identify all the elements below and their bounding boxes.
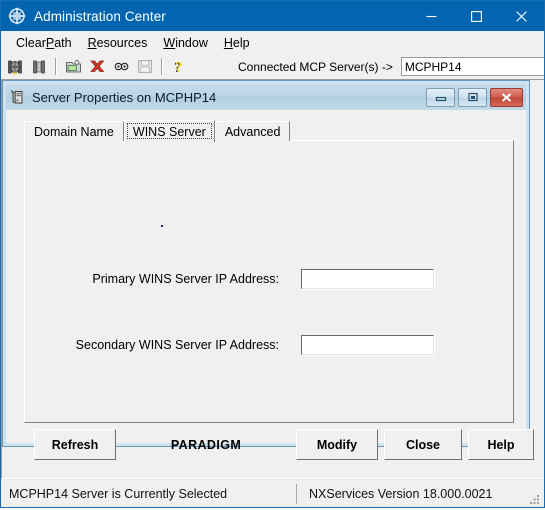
main-window: Administration Center ClearPath Resource… [0,0,545,508]
server-tower-icon [10,89,26,105]
server-properties-dialog: Server Properties on MCPHP14 Domain Name… [2,80,534,460]
disconnect-server-icon[interactable] [28,56,50,78]
menu-accel: R [87,35,97,50]
menu-label-post: esources [96,35,148,50]
primary-wins-label: Primary WINS Server IP Address: [92,272,279,286]
dialog-minimize-button[interactable] [426,87,455,107]
menu-label-pre: Clear [16,35,46,50]
link-chain-icon[interactable] [110,56,132,78]
secondary-wins-row: Secondary WINS Server IP Address: [55,335,434,355]
mdi-client-area: Server Properties on MCPHP14 Domain Name… [1,79,544,479]
menu-accel: H [223,35,233,50]
secondary-wins-label: Secondary WINS Server IP Address: [75,338,279,352]
toolbar-separator [161,58,163,75]
tab-label: Domain Name [34,124,114,139]
tab-label: Advanced [224,124,281,139]
secondary-wins-input[interactable] [301,335,434,355]
tab-label: WINS Server [132,124,206,139]
menu-help[interactable]: Help [221,34,263,52]
window-titlebar[interactable]: Administration Center [1,1,544,31]
primary-wins-row: Primary WINS Server IP Address: [67,269,434,289]
maximize-button[interactable] [454,1,499,31]
compass-icon [8,7,26,25]
help-question-icon[interactable]: ? ? [168,56,190,78]
modify-button[interactable]: Modify [296,429,378,460]
close-button[interactable]: Close [384,429,462,460]
minimize-button[interactable] [409,1,454,31]
dialog-title: Server Properties on MCPHP14 [32,89,217,105]
window-controls [409,1,544,31]
stray-dot-artifact [161,225,163,227]
menu-label-post: ath [54,35,72,50]
help-button[interactable]: Help [468,429,534,460]
close-button[interactable] [499,1,544,31]
refresh-button[interactable]: Refresh [34,429,116,460]
primary-wins-input[interactable] [301,269,434,289]
status-version: NXServices Version 18.000.0021 [309,486,493,501]
tabstrip: Domain Name WINS Server Advanced [24,120,291,142]
dialog-window-controls [423,87,523,107]
menu-accel: W [163,35,176,50]
menu-clearpath[interactable]: ClearPath [13,34,85,52]
open-folder-icon[interactable] [62,56,84,78]
menu-label-post: elp [232,35,250,50]
save-disk-icon[interactable] [134,56,156,78]
dialog-restore-button[interactable] [458,87,487,107]
statusbar: MCPHP14 Server is Currently Selected NXS… [1,479,544,507]
connect-server-icon[interactable] [4,56,26,78]
status-selected-server: MCPHP14 Server is Currently Selected [9,486,228,501]
menu-label-post: indow [175,35,208,50]
toolbar-separator [55,58,57,75]
svg-text:?: ? [175,59,183,75]
tab-page-wins-server: Primary WINS Server IP Address: Secondar… [24,140,514,423]
window-title: Administration Center [34,8,166,24]
resize-grip-icon[interactable] [529,492,541,504]
menu-accel: P [45,35,55,50]
dialog-footer: Refresh PARADIGM Modify Close Help [24,429,534,461]
menubar: ClearPath Resources Window Help [1,31,544,54]
delete-red-x-icon[interactable] [86,56,108,78]
dialog-titlebar[interactable]: Server Properties on MCPHP14 [6,84,526,110]
menu-window[interactable]: Window [160,34,220,52]
menu-resources[interactable]: Resources [85,34,161,52]
dialog-body: Domain Name WINS Server Advanced Primary… [6,110,534,460]
connected-server-label: Connected MCP Server(s) -> [238,59,393,74]
connected-server-value: MCPHP14 [404,59,462,74]
toolbar: ? ? Connected MCP Server(s) -> MCPHP14 [1,54,544,79]
brand-label: PARADIGM [170,437,242,452]
tab-wins-server[interactable]: WINS Server [123,120,215,142]
dialog-close-button[interactable] [490,87,523,107]
tab-domain-name[interactable]: Domain Name [24,121,124,141]
tab-advanced[interactable]: Advanced [214,121,291,141]
connected-server-field[interactable]: MCPHP14 [400,57,544,76]
